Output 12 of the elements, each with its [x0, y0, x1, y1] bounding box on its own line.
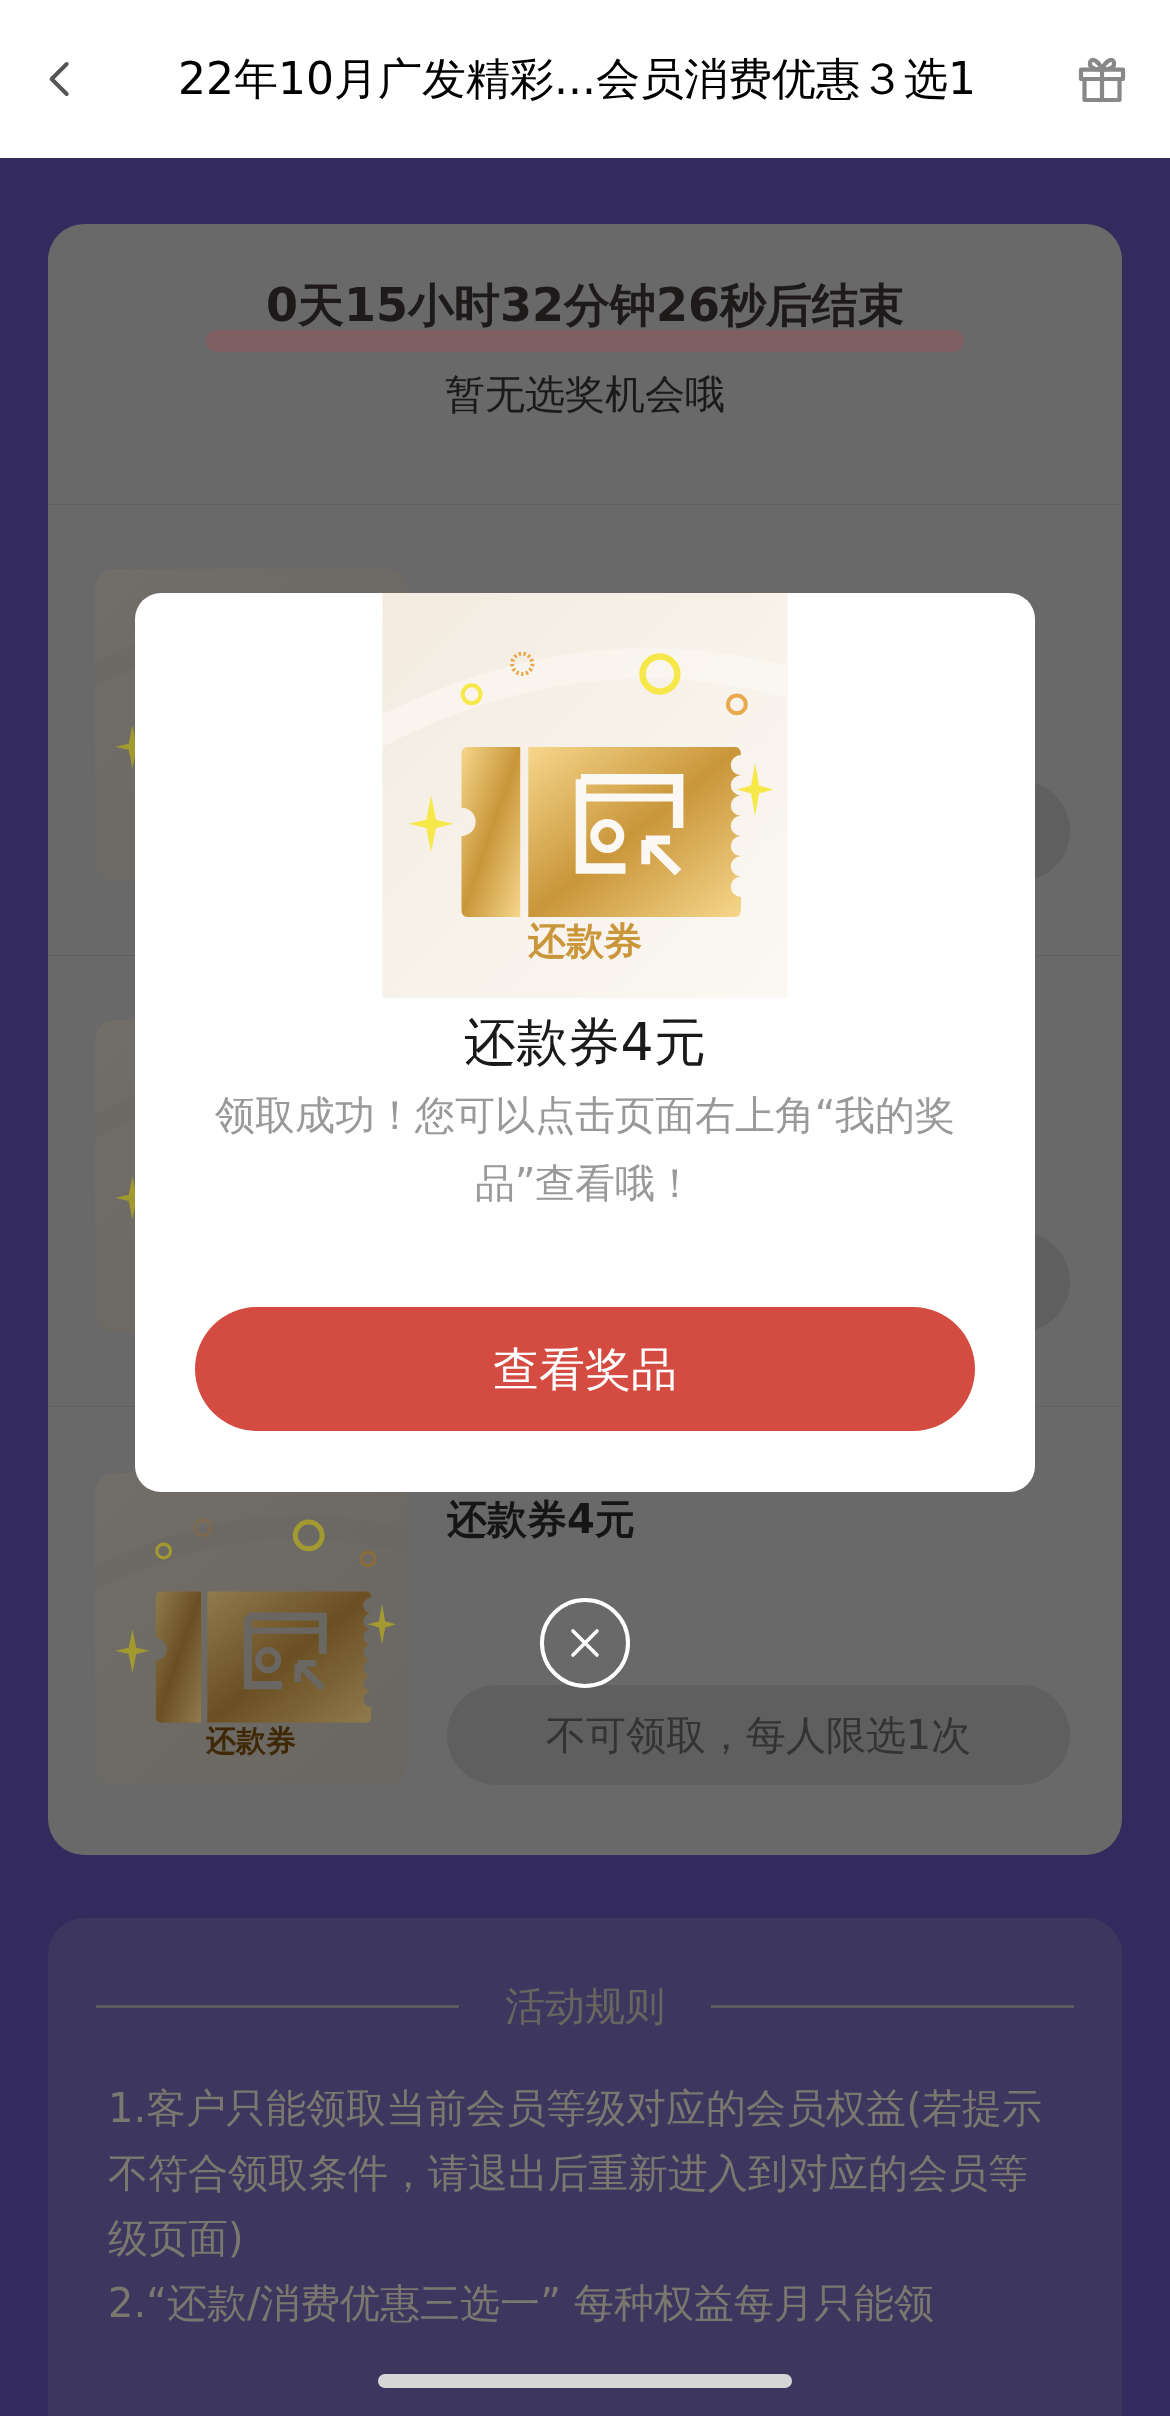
dialog-title: 还款券4元 [464, 1011, 706, 1074]
view-prize-button[interactable]: 查看奖品 [195, 1307, 975, 1431]
rule-text: 1.客户只能领取当前会员等级对应的会员权益(若提示不符合领取条件，请退出后重新进入到对应的会员等级页面) [108, 2084, 1043, 2263]
thumbnail-label: 还款券 [206, 1722, 296, 1761]
thumbnail-label: 还款券 [528, 917, 642, 965]
dialog-message: 领取成功！您可以点击页面右上角“我的奖品”查看哦！ [213, 1091, 957, 1208]
status-text: 暂无选奖机会哦 [445, 370, 725, 419]
close-button[interactable] [540, 1598, 630, 1688]
page-title: 22年10月广发精彩...会员消费优惠３选1 [177, 52, 977, 106]
prize-title: 还款券4元 [447, 1499, 636, 1539]
countdown-text: 0天15小时32分钟26秒后结束 [265, 280, 905, 330]
rule-text: 2.“还款/消费优惠三选一” 每种权益每月只能领 [108, 2279, 935, 2328]
